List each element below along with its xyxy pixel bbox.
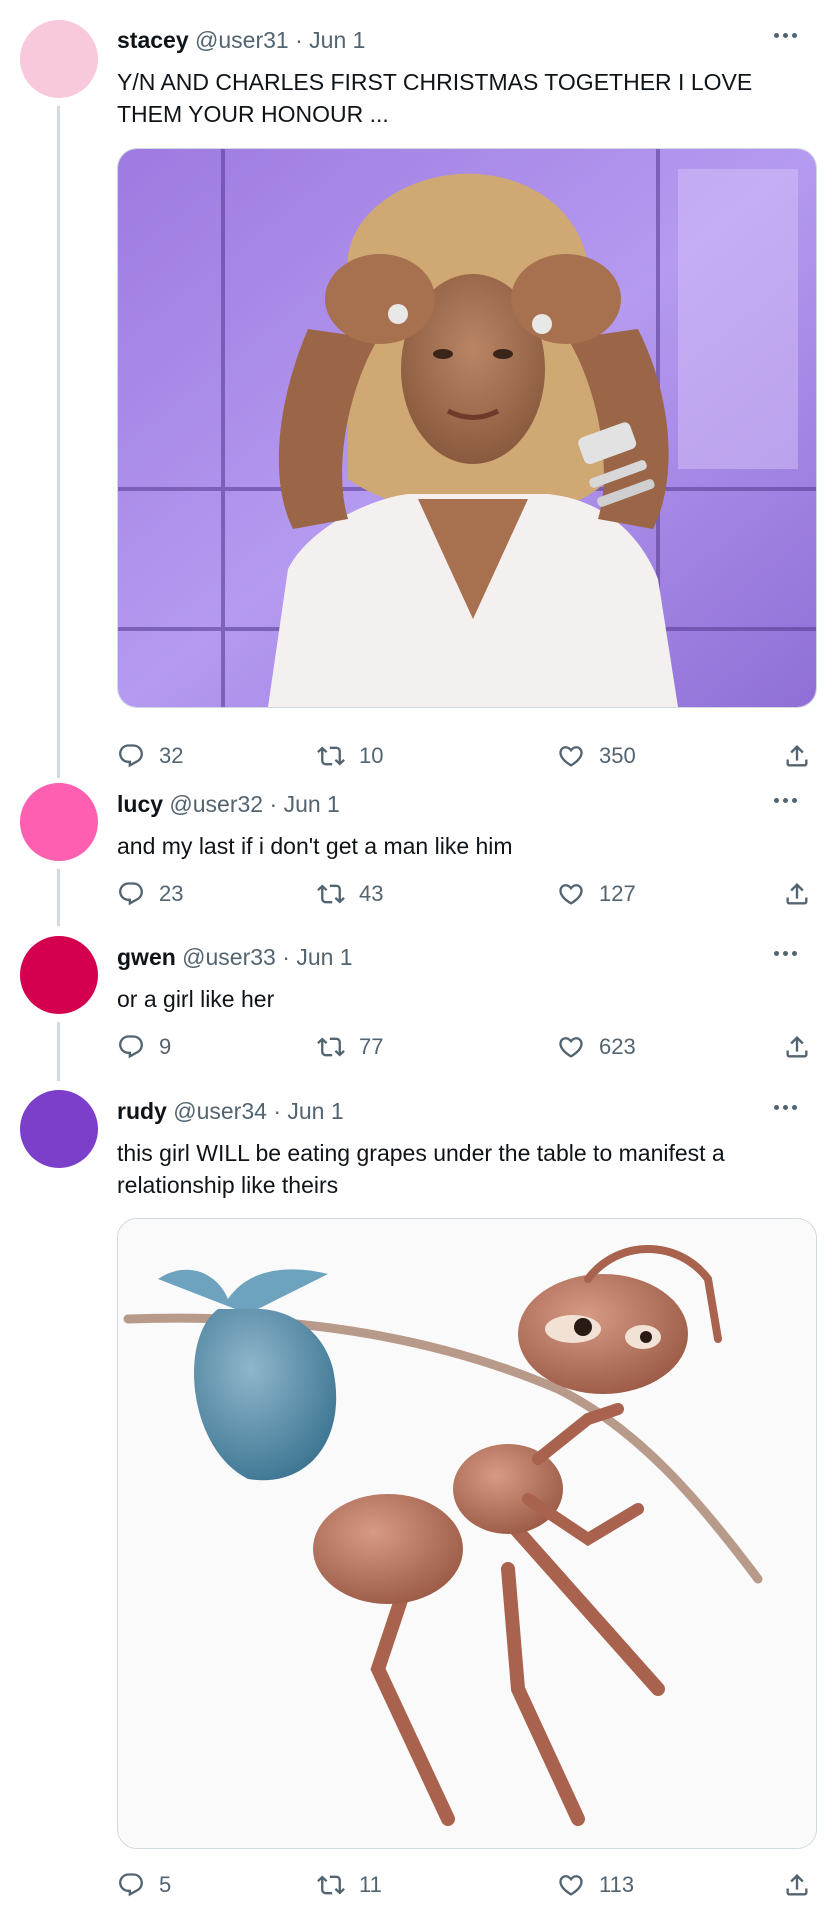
share-icon (783, 742, 811, 770)
display-name[interactable]: lucy (117, 791, 163, 817)
retweet-button[interactable]: 43 (317, 880, 383, 908)
reply-button[interactable]: 32 (117, 742, 183, 770)
tweet[interactable]: gwen @user33 · Jun 1 or a girl like her … (0, 926, 836, 1081)
user-handle[interactable]: @user32 (169, 791, 263, 817)
share-icon (783, 1033, 811, 1061)
reply-icon (117, 1033, 145, 1061)
tweet-header: rudy @user34 · Jun 1 (117, 1097, 344, 1125)
avatar[interactable] (20, 20, 98, 98)
user-handle[interactable]: @user33 (182, 944, 276, 970)
display-name[interactable]: stacey (117, 27, 189, 53)
tweet-text: or a girl like her (117, 986, 275, 1012)
heart-icon (557, 880, 585, 908)
retweet-count: 10 (359, 743, 384, 768)
tweet-date[interactable]: Jun 1 (296, 944, 352, 970)
retweet-icon (317, 880, 345, 908)
retweet-icon (317, 742, 345, 770)
thread-line (57, 869, 60, 926)
tweet[interactable]: rudy @user34 · Jun 1 this girl WILL be e… (0, 1079, 836, 1920)
reply-icon (117, 742, 145, 770)
thread-line (57, 106, 60, 778)
reply-count: 5 (159, 1872, 172, 1897)
tweet-actions: 9 77 623 (117, 1033, 817, 1067)
tweet[interactable]: lucy @user32 · Jun 1 and my last if i do… (0, 773, 836, 928)
thread-line (57, 1022, 60, 1081)
retweet-icon (317, 1033, 345, 1061)
tweet-image[interactable] (117, 1218, 817, 1849)
like-button[interactable]: 350 (557, 742, 636, 770)
retweet-count: 11 (359, 1872, 382, 1897)
reply-button[interactable]: 5 (117, 1871, 171, 1899)
ant-cartoon (118, 1219, 816, 1848)
tweet-header: gwen @user33 · Jun 1 (117, 943, 353, 971)
share-button[interactable] (783, 1871, 811, 1899)
share-button[interactable] (783, 880, 811, 908)
tweet-actions: 23 43 127 (117, 880, 817, 914)
tweet-header: lucy @user32 · Jun 1 (117, 790, 340, 818)
share-button[interactable] (783, 1033, 811, 1061)
share-button[interactable] (783, 742, 811, 770)
retweet-button[interactable]: 11 (317, 1871, 382, 1899)
share-icon (783, 880, 811, 908)
retweet-count: 43 (359, 881, 384, 906)
more-icon[interactable] (774, 30, 802, 40)
like-button[interactable]: 127 (557, 880, 636, 908)
tweet-header: stacey @user31 · Jun 1 (117, 26, 365, 54)
tweet-text: this girl WILL be eating grapes under th… (117, 1140, 725, 1198)
user-handle[interactable]: @user31 (195, 27, 289, 53)
display-name[interactable]: gwen (117, 944, 176, 970)
separator: · (273, 1098, 281, 1124)
user-handle[interactable]: @user34 (173, 1098, 267, 1124)
reply-icon (117, 1871, 145, 1899)
tweet-date[interactable]: Jun 1 (287, 1098, 343, 1124)
tweet-text: Y/N AND CHARLES FIRST CHRISTMAS TOGETHER… (117, 69, 753, 127)
display-name[interactable]: rudy (117, 1098, 167, 1124)
like-count: 623 (599, 1034, 636, 1059)
retweet-button[interactable]: 10 (317, 742, 383, 770)
woman-photo (118, 149, 816, 707)
retweet-icon (317, 1871, 345, 1899)
like-button[interactable]: 623 (557, 1033, 636, 1061)
tweet-image[interactable] (117, 148, 817, 708)
reply-button[interactable]: 23 (117, 880, 183, 908)
tweet-actions: 32 10 350 (117, 742, 817, 776)
separator: · (269, 791, 278, 817)
reply-button[interactable]: 9 (117, 1033, 171, 1061)
retweet-button[interactable]: 77 (317, 1033, 383, 1061)
like-count: 350 (599, 743, 636, 768)
tweet-actions: 5 11 113 (117, 1871, 817, 1905)
like-button[interactable]: 113 (557, 1871, 634, 1899)
avatar[interactable] (20, 1090, 98, 1168)
separator: · (282, 944, 290, 970)
heart-icon (557, 1871, 585, 1899)
tweet-date[interactable]: Jun 1 (284, 791, 340, 817)
tweet-date[interactable]: Jun 1 (309, 27, 365, 53)
separator: · (295, 27, 303, 53)
share-icon (783, 1871, 811, 1899)
like-count: 127 (599, 881, 636, 906)
more-icon[interactable] (774, 795, 802, 805)
tweet-text: and my last if i don't get a man like hi… (117, 833, 513, 859)
tweet[interactable]: stacey @user31 · Jun 1 Y/N AND CHARLES F… (0, 0, 836, 790)
reply-count: 23 (159, 881, 184, 906)
more-icon[interactable] (774, 948, 802, 958)
avatar[interactable] (20, 783, 98, 861)
heart-icon (557, 1033, 585, 1061)
more-icon[interactable] (774, 1102, 802, 1112)
like-count: 113 (599, 1872, 635, 1897)
reply-icon (117, 880, 145, 908)
reply-count: 9 (159, 1034, 172, 1059)
reply-count: 32 (159, 743, 184, 768)
heart-icon (557, 742, 585, 770)
avatar[interactable] (20, 936, 98, 1014)
retweet-count: 77 (359, 1034, 384, 1059)
